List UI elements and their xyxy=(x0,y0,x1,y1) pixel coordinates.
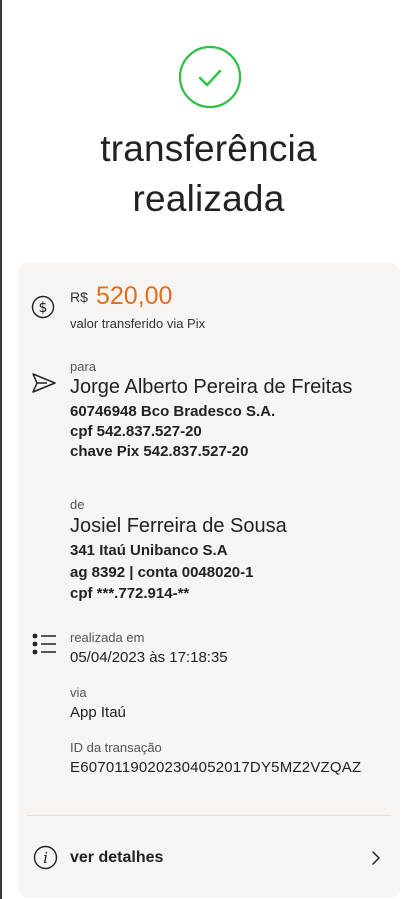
recipient-cpf: cpf 542.837.527-20 xyxy=(70,423,202,440)
details-label: ver detalhes xyxy=(70,849,164,866)
date-label: realizada em xyxy=(70,630,145,645)
chevron-right-icon xyxy=(372,851,380,865)
recipient-pix-key: chave Pix 542.837.527-20 xyxy=(70,443,249,460)
amount-caption: valor transferido via Pix xyxy=(70,316,206,331)
transaction-id-value: E60701190202304052017DY5MZ2VZQAZ xyxy=(70,759,362,776)
info-icon: i xyxy=(33,845,58,870)
recipient-name: Jorge Alberto Pereira de Freitas xyxy=(70,376,353,398)
list-icon xyxy=(32,633,56,655)
date-value: 05/04/2023 às 17:18:35 xyxy=(70,649,228,666)
transaction-id-label: ID da transação xyxy=(70,740,162,755)
amount-value: 520,00 xyxy=(96,282,173,310)
title-line-1: transferência xyxy=(100,128,317,169)
dollar-circle-icon: $ xyxy=(31,295,55,319)
amount-currency: R$ xyxy=(70,289,88,305)
title-line-2: realizada xyxy=(132,178,285,219)
send-icon xyxy=(32,373,56,393)
details-button[interactable]: i ver detalhes xyxy=(18,830,400,886)
sender-account: ag 8392 | conta 0048020-1 xyxy=(70,564,254,581)
svg-text:$: $ xyxy=(39,300,48,316)
recipient-label: para xyxy=(70,359,97,374)
via-value: App Itaú xyxy=(70,704,126,721)
sender-bank: 341 Itaú Unibanco S.A xyxy=(70,542,228,559)
via-label: via xyxy=(70,685,87,700)
page-title: transferência realizada xyxy=(0,124,417,224)
sender-cpf: cpf ***.772.914-** xyxy=(70,585,190,602)
sender-name: Josiel Ferreira de Sousa xyxy=(70,515,287,537)
recipient-bank: 60746948 Bco Bradesco S.A. xyxy=(70,403,276,420)
sender-label: de xyxy=(70,497,85,512)
svg-text:i: i xyxy=(43,849,48,867)
divider xyxy=(27,815,391,816)
check-circle-icon xyxy=(178,45,242,109)
